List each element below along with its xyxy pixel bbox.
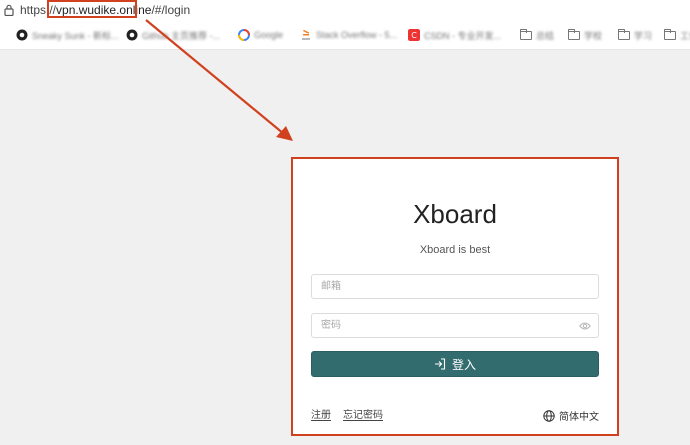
bookmark-folder[interactable]: 工作 bbox=[664, 26, 690, 44]
login-button-label: 登入 bbox=[451, 357, 476, 372]
bookmark-label: Github 主页推荐 -... bbox=[142, 30, 221, 41]
language-label: 简体中文 bbox=[559, 412, 599, 423]
bookmark-label: 总结 bbox=[536, 30, 555, 41]
login-subtitle: Xboard is best bbox=[419, 244, 491, 256]
forgot-password-link[interactable]: 忘记密码 bbox=[343, 406, 383, 421]
folder-icon bbox=[664, 28, 676, 40]
bookmark-folder[interactable]: 总结 bbox=[520, 26, 554, 44]
eye-icon[interactable] bbox=[579, 321, 591, 331]
bookmarks-bar: Sneaky Sunk - 新标... Github 主页推荐 -... Goo… bbox=[0, 26, 690, 44]
login-icon bbox=[434, 358, 446, 370]
stackoverflow-icon bbox=[302, 29, 310, 40]
github-icon bbox=[16, 29, 28, 41]
bookmark-item[interactable]: C CSDN - 专业开发... bbox=[408, 26, 501, 44]
login-card: Xboard Xboard is best 登入 注册 忘记密码 简体中文 bbox=[291, 157, 619, 436]
globe-icon bbox=[543, 409, 555, 422]
github-icon bbox=[126, 29, 138, 41]
password-field[interactable] bbox=[312, 314, 598, 337]
url-highlight-box bbox=[47, 0, 137, 18]
bookmark-item[interactable]: Stack Overflow - 5... bbox=[300, 26, 397, 44]
bookmark-item[interactable]: Sneaky Sunk - 新标... bbox=[16, 26, 119, 44]
email-field[interactable] bbox=[312, 275, 598, 298]
bookmark-label: CSDN - 专业开发... bbox=[424, 30, 502, 41]
folder-icon bbox=[520, 28, 532, 40]
bookmark-label: 学校 bbox=[584, 30, 603, 41]
bookmark-label: 工作 bbox=[680, 30, 690, 41]
bookmark-label: 学习 bbox=[634, 30, 653, 41]
bookmark-folder[interactable]: 学习 bbox=[618, 26, 652, 44]
password-field-wrapper bbox=[311, 313, 599, 338]
svg-text:C: C bbox=[411, 31, 417, 40]
login-title: Xboard bbox=[413, 199, 497, 229]
csdn-icon: C bbox=[408, 29, 420, 41]
bookmark-label: Stack Overflow - 5... bbox=[316, 30, 398, 40]
login-button[interactable]: 登入 bbox=[311, 351, 599, 377]
bookmark-label: Sneaky Sunk - 新标... bbox=[32, 30, 119, 41]
browser-chrome: https://vpn.wudike.online/#/login Sneaky… bbox=[0, 0, 690, 50]
bookmark-folder[interactable]: 学校 bbox=[568, 26, 602, 44]
bookmark-item[interactable]: Google bbox=[238, 26, 283, 44]
bookmark-item[interactable]: Github 主页推荐 -... bbox=[126, 26, 220, 44]
folder-icon bbox=[568, 28, 580, 40]
language-selector[interactable]: 简体中文 bbox=[543, 408, 599, 423]
google-icon bbox=[238, 29, 250, 41]
lock-icon bbox=[4, 4, 14, 16]
folder-icon bbox=[618, 28, 630, 40]
register-link[interactable]: 注册 bbox=[311, 406, 331, 421]
url-path: /#/login bbox=[151, 3, 191, 17]
bookmark-label: Google bbox=[254, 30, 284, 40]
email-field-wrapper bbox=[311, 274, 599, 299]
